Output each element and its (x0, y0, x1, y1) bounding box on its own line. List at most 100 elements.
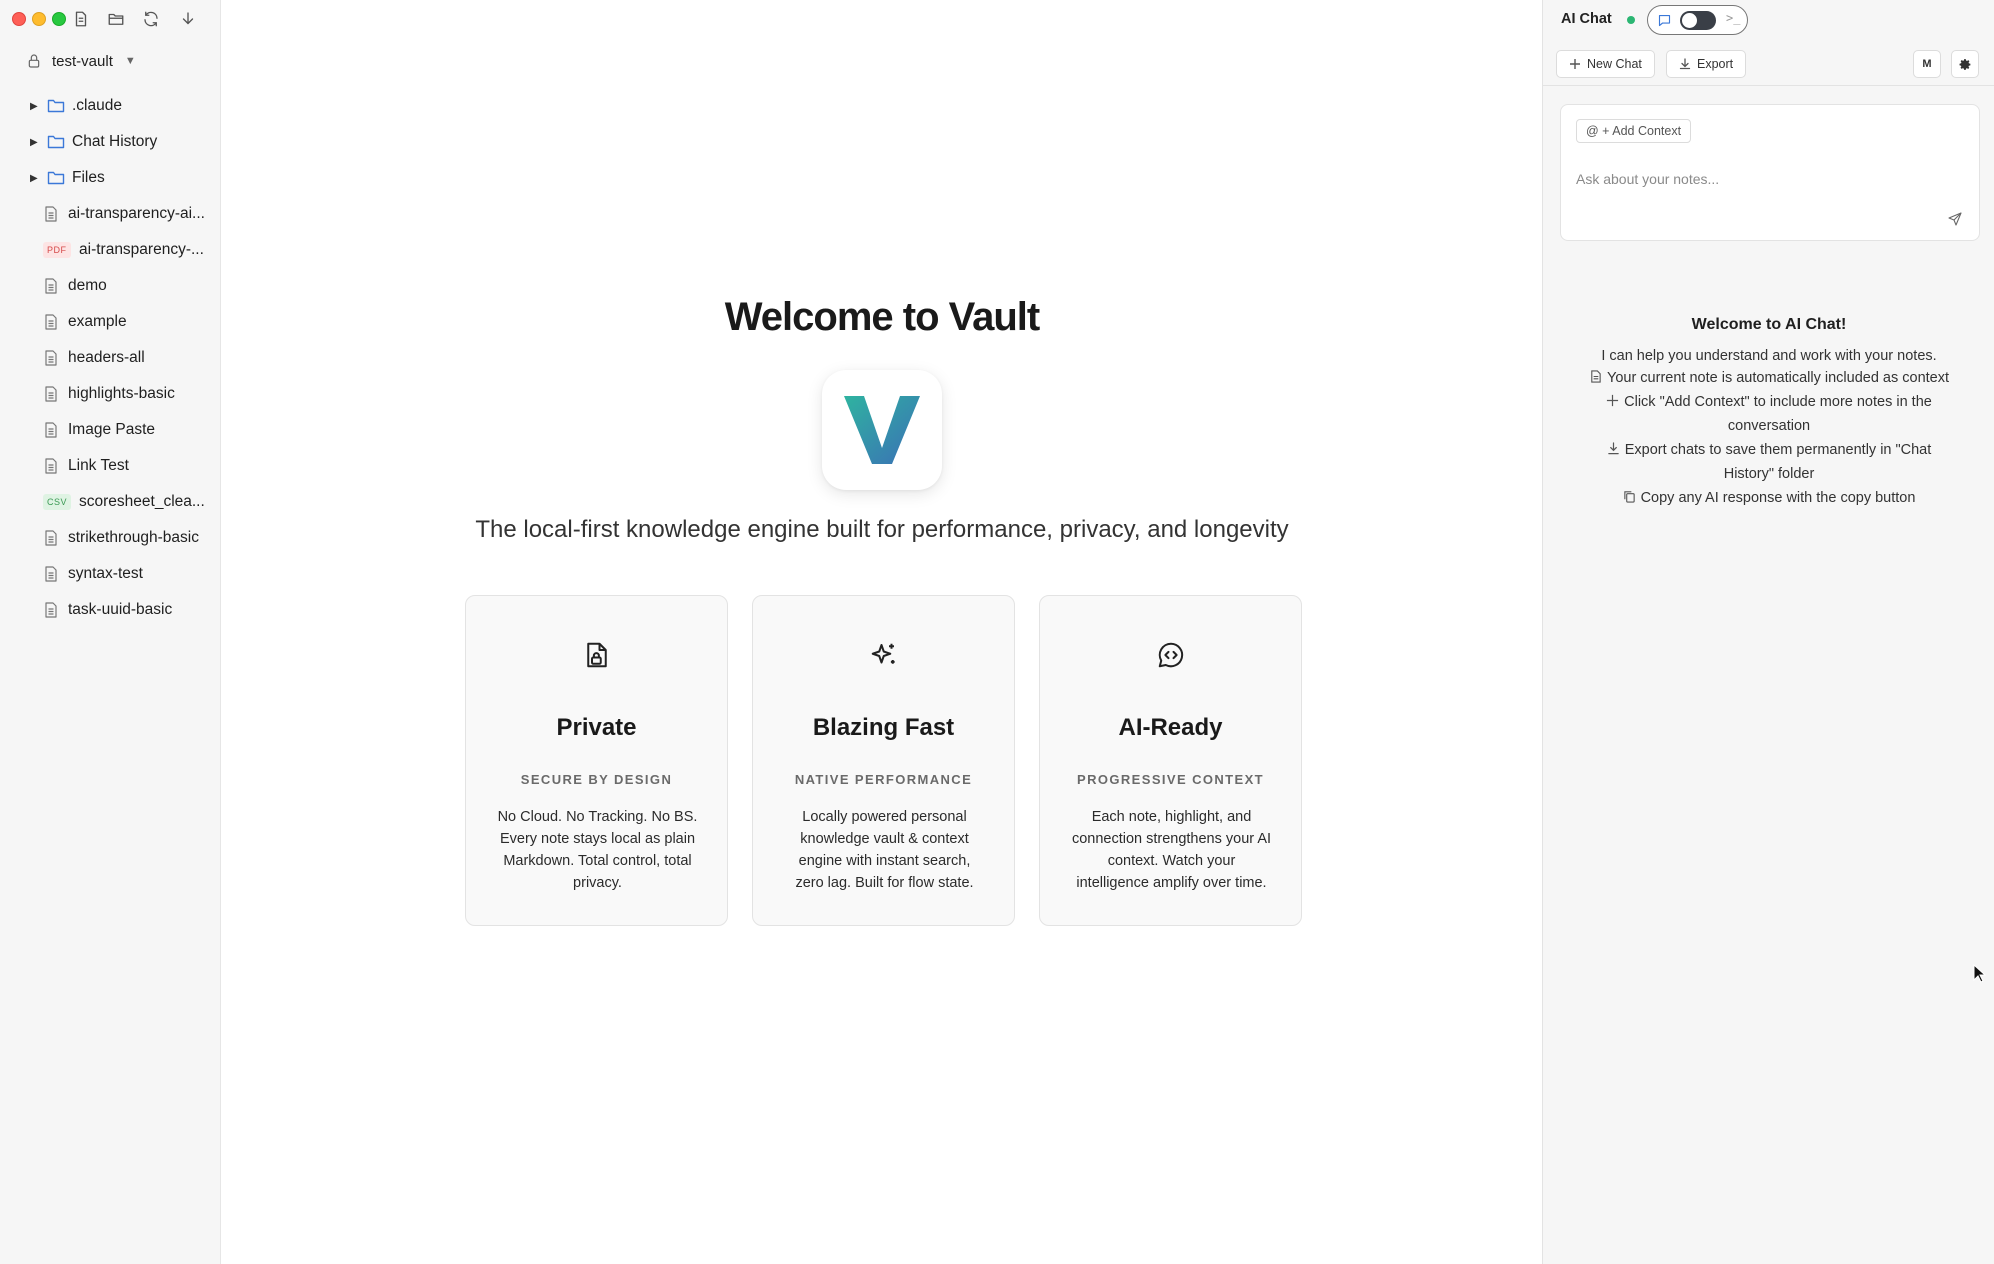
card-description: No Cloud. No Tracking. No BS. Every note… (497, 809, 698, 891)
folder-icon (47, 98, 65, 114)
settings-button[interactable] (1951, 50, 1979, 78)
copy-icon (1623, 490, 1636, 503)
card-subtitle: NATIVE PERFORMANCE (794, 772, 973, 787)
tree-item-label: task-uuid-basic (68, 601, 173, 618)
tree-file[interactable]: CSV scoresheet_clea... (0, 484, 221, 520)
csv-badge: CSV (43, 494, 72, 510)
plus-icon (1569, 58, 1581, 70)
chat-title: AI Chat (1561, 11, 1612, 27)
chat-tip: Copy any AI response with the copy butto… (1543, 486, 1994, 510)
document-icon (44, 314, 58, 330)
tree-item-label: ai-transparency-... (79, 241, 204, 258)
minimize-window-button[interactable] (32, 12, 46, 26)
chat-tip: Your current note is automatically inclu… (1543, 366, 1994, 390)
mode-toggle[interactable]: >_ (1647, 5, 1748, 35)
tree-file[interactable]: example (0, 304, 221, 340)
chat-welcome: Welcome to AI Chat! I can help you under… (1543, 316, 1994, 510)
download-icon (1607, 442, 1620, 455)
chat-input[interactable] (1576, 167, 1926, 191)
download-icon[interactable] (178, 9, 198, 29)
card-description: Locally powered personal knowledge vault… (795, 809, 974, 891)
chevron-down-icon: ▼ (124, 55, 136, 67)
new-chat-button[interactable]: New Chat (1556, 50, 1655, 78)
gear-icon (1959, 58, 1972, 71)
pdf-badge: PDF (43, 242, 71, 258)
tree-file[interactable]: task-uuid-basic (0, 592, 221, 628)
tree-item-label: Chat History (72, 133, 158, 150)
new-note-icon[interactable] (71, 9, 91, 29)
tree-folder[interactable]: ▶ Files (0, 160, 221, 196)
tree-file[interactable]: demo (0, 268, 221, 304)
tree-file[interactable]: strikethrough-basic (0, 520, 221, 556)
chevron-right-icon[interactable]: ▶ (30, 101, 38, 112)
sparkles-icon (753, 640, 1014, 670)
folder-icon (47, 134, 65, 150)
tagline: The local-first knowledge engine built f… (475, 516, 1289, 543)
document-icon (1589, 370, 1602, 383)
tree-file[interactable]: Image Paste (0, 412, 221, 448)
chat-tip-text: Copy any AI response with the copy butto… (1640, 490, 1916, 506)
main-content: Welcome to Vault The local-first knowled… (222, 0, 1542, 1264)
chat-tip-text: Your current note is automatically inclu… (1606, 370, 1950, 386)
document-icon (44, 602, 58, 618)
tree-file[interactable]: PDF ai-transparency-... (0, 232, 221, 268)
chat-tip: Click "Add Context" to include more note… (1543, 390, 1994, 438)
chat-tip-text: Export chats to save them permanently in… (1624, 442, 1932, 482)
document-icon (44, 386, 58, 402)
chat-input-box: @ + Add Context (1560, 104, 1980, 241)
maximize-window-button[interactable] (52, 12, 66, 26)
vault-name: test-vault (52, 52, 113, 70)
tree-item-label: Image Paste (68, 421, 156, 438)
document-icon (44, 458, 58, 474)
tree-folder[interactable]: ▶ Chat History (0, 124, 221, 160)
open-folder-icon[interactable] (106, 9, 126, 29)
file-lock-icon (466, 640, 727, 670)
page-title: Welcome to Vault (724, 295, 1040, 339)
export-label: Export (1697, 57, 1734, 71)
feature-card-fast: Blazing Fast NATIVE PERFORMANCE Locally … (752, 595, 1015, 926)
export-button[interactable]: Export (1666, 50, 1747, 78)
add-context-button[interactable]: @ + Add Context (1576, 119, 1692, 143)
tree-file[interactable]: highlights-basic (0, 376, 221, 412)
send-icon[interactable] (1945, 209, 1965, 229)
chat-tip: Export chats to save them permanently in… (1543, 438, 1994, 486)
message-code-icon (1040, 640, 1301, 670)
tree-item-label: demo (68, 277, 107, 294)
tree-file[interactable]: syntax-test (0, 556, 221, 592)
chat-welcome-intro: I can help you understand and work with … (1601, 348, 1937, 364)
tree-file[interactable]: headers-all (0, 340, 221, 376)
chevron-right-icon[interactable]: ▶ (30, 173, 38, 184)
ai-chat-panel: AI Chat >_ New Chat Export M @ + Add Con… (1542, 0, 1994, 1264)
lock-icon (26, 53, 42, 69)
document-icon (44, 206, 58, 222)
refresh-icon[interactable] (141, 9, 161, 29)
tree-file[interactable]: Link Test (0, 448, 221, 484)
toggle-knob (1682, 13, 1697, 28)
card-title: Private (556, 714, 637, 741)
tree-item-label: ai-transparency-ai... (68, 205, 205, 222)
tree-file[interactable]: ai-transparency-ai... (0, 196, 221, 232)
window-titlebar (0, 0, 221, 40)
folder-icon (47, 170, 65, 186)
chat-header: AI Chat >_ (1543, 0, 1994, 40)
feature-card-private: Private SECURE BY DESIGN No Cloud. No Tr… (465, 595, 728, 926)
close-window-button[interactable] (12, 12, 26, 26)
chevron-right-icon[interactable]: ▶ (30, 137, 38, 148)
document-icon (44, 530, 58, 546)
chat-toolbar: New Chat Export M (1543, 42, 1994, 86)
mouse-cursor-icon (1973, 964, 1987, 984)
vault-logo (822, 370, 942, 490)
tree-folder[interactable]: ▶ .claude (0, 88, 221, 124)
plus-icon (1606, 394, 1619, 407)
new-chat-label: New Chat (1587, 57, 1642, 71)
model-button[interactable]: M (1913, 50, 1941, 78)
document-icon (44, 422, 58, 438)
tree-item-label: example (68, 313, 127, 330)
tree-item-label: Link Test (68, 457, 129, 474)
chat-bubble-icon (1657, 13, 1672, 28)
file-tree: ▶ .claude ▶ Chat History ▶ Files ai-transparen… (0, 88, 221, 628)
vault-selector[interactable]: test-vault ▼ (26, 48, 136, 74)
terminal-icon: >_ (1726, 11, 1741, 25)
toggle-switch[interactable] (1680, 11, 1716, 30)
tree-item-label: .claude (72, 97, 122, 114)
